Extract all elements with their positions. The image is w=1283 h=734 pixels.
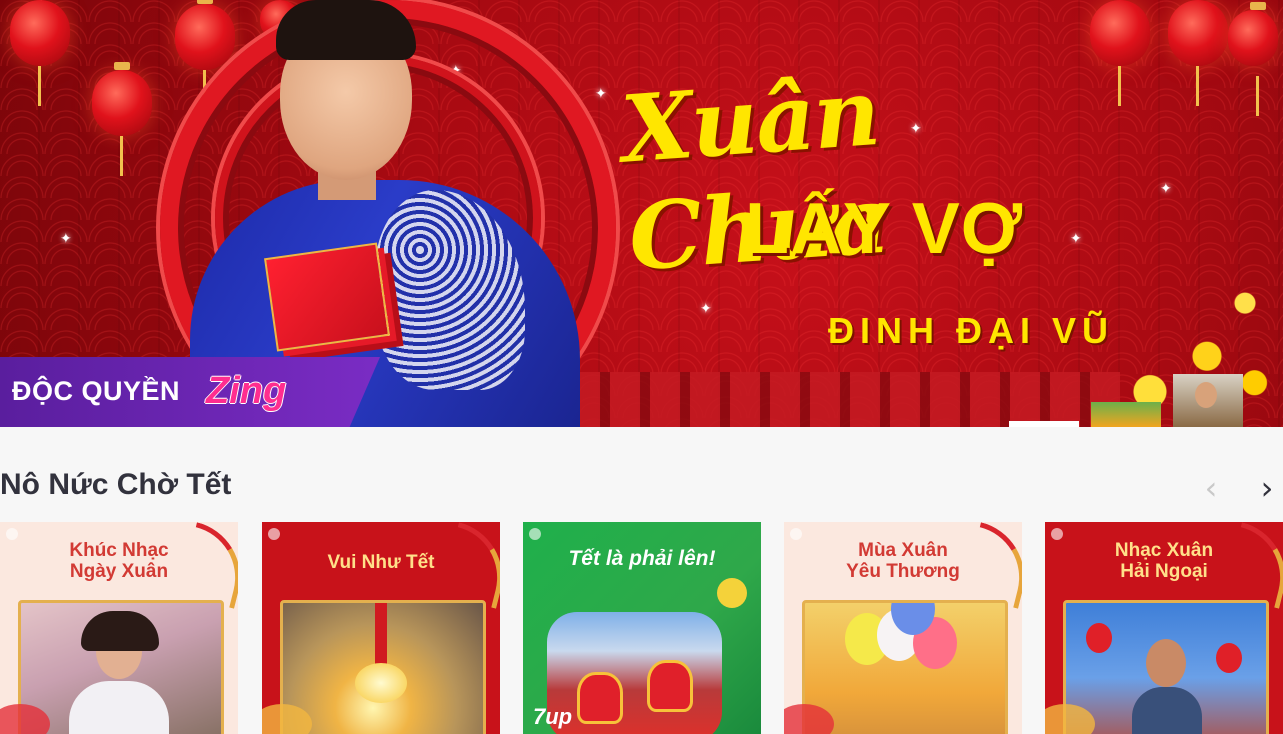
lion-dance — [577, 672, 623, 724]
lantern-decoration — [1228, 2, 1278, 116]
playlist-card[interactable]: Tết là phải lên! 7up — [523, 522, 761, 734]
playlist-card[interactable]: Nhạc Xuân Hải Ngoại — [1045, 522, 1283, 734]
red-envelopes — [264, 242, 390, 352]
lantern-decoration — [1168, 0, 1228, 106]
sparkle-icon: ✦ — [1160, 180, 1172, 196]
lion-dance — [647, 660, 693, 712]
lantern-decoration — [92, 62, 152, 176]
zing-mark-icon — [268, 528, 280, 540]
playlist-cover — [1063, 600, 1269, 734]
7up-logo: 7up — [533, 704, 573, 729]
phoenix-icon — [440, 522, 500, 609]
phoenix-icon — [178, 522, 238, 609]
hero-banner[interactable]: ✦ ✦ ✦ ✦ ✦ ✦ ✦ Xuân Chưa LẤY VỢ ĐINH ĐẠI … — [0, 0, 1283, 427]
lantern-decoration — [10, 0, 70, 106]
zing-mark-icon — [1051, 528, 1063, 540]
playlist-card[interactable]: Vui Như Tết — [262, 522, 500, 734]
banner-thumb[interactable] — [1173, 374, 1243, 427]
banner-thumb-active[interactable] — [1009, 421, 1079, 427]
playlist-cover — [802, 600, 1008, 734]
firework-burst — [355, 663, 407, 703]
playlist-card[interactable]: Khúc Nhạc Ngày Xuân — [0, 522, 238, 734]
section-title: Nô Nức Chờ Tết — [0, 468, 232, 501]
woman-dress — [69, 681, 169, 734]
phoenix-icon — [962, 522, 1022, 609]
playlist-title: Tết là phải lên! — [568, 547, 716, 570]
zing-mark-icon — [6, 528, 18, 540]
zing-mark-icon — [790, 528, 802, 540]
zing-logo: Zing — [206, 370, 287, 412]
flower-badge-icon — [717, 578, 747, 608]
chevron-left-icon[interactable]: ‹ — [1196, 471, 1226, 505]
banner-artist: ĐINH ĐẠI VŨ — [828, 310, 1115, 351]
sparkle-icon: ✦ — [595, 85, 607, 101]
sparkle-icon: ✦ — [60, 230, 72, 246]
woman-face — [1146, 639, 1186, 687]
artist-hair — [276, 0, 416, 60]
banner-title: LẤY VỢ — [745, 189, 1024, 269]
playlist-card[interactable]: Mùa Xuân Yêu Thương — [784, 522, 1022, 734]
sparkle-icon: ✦ — [700, 300, 712, 316]
playlist-cover — [280, 600, 486, 734]
zing-mark-icon — [529, 528, 541, 540]
lantern-decoration — [1086, 623, 1112, 653]
lantern-decoration — [1090, 0, 1150, 106]
playlist-cover — [547, 612, 722, 734]
banner-thumb[interactable] — [1091, 402, 1161, 427]
exclusive-label: ĐỘC QUYỀN — [12, 376, 181, 406]
chevron-right-icon[interactable]: › — [1252, 471, 1282, 505]
phoenix-icon — [1223, 522, 1283, 609]
woman-hair — [81, 611, 159, 651]
lantern-decoration — [1216, 643, 1242, 673]
playlist-cover — [18, 600, 224, 734]
thumb-face — [1195, 382, 1217, 408]
woman-top — [1132, 687, 1202, 734]
